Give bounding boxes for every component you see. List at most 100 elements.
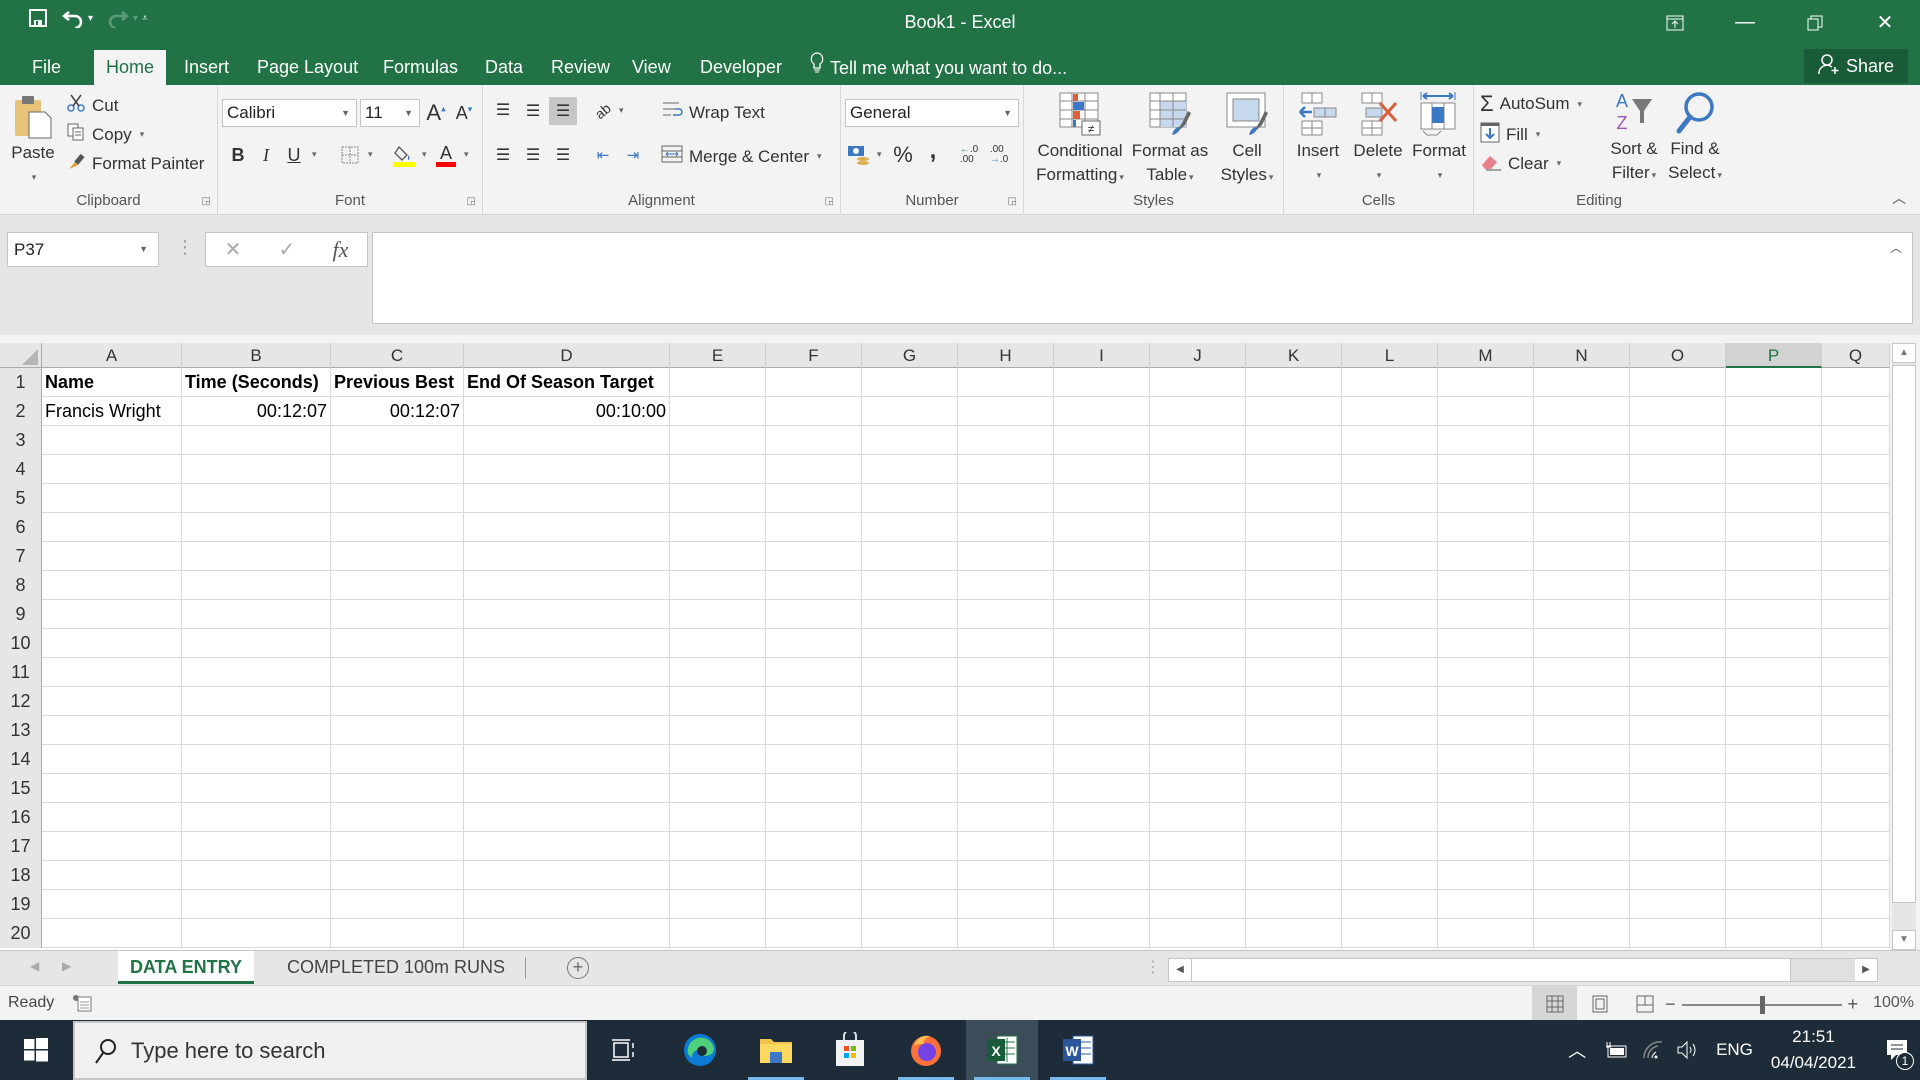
cell-b10[interactable] — [182, 629, 331, 658]
decrease-decimal-button[interactable]: .00 →.0 — [985, 141, 1013, 169]
cell-k16[interactable] — [1246, 803, 1342, 832]
cell-d8[interactable] — [464, 571, 670, 600]
cell-d17[interactable] — [464, 832, 670, 861]
cell-n17[interactable] — [1534, 832, 1630, 861]
vertical-scrollbar[interactable]: ▲ ▼ — [1892, 343, 1916, 950]
cell-j16[interactable] — [1150, 803, 1246, 832]
column-header-e[interactable]: E — [670, 343, 766, 368]
cell-j1[interactable] — [1150, 368, 1246, 397]
cell-c19[interactable] — [331, 890, 464, 919]
cell-d13[interactable] — [464, 716, 670, 745]
font-name-combo[interactable]: Calibri ▼ — [222, 99, 357, 127]
cell-l10[interactable] — [1342, 629, 1438, 658]
percent-style-button[interactable]: % — [889, 141, 917, 169]
start-button[interactable] — [0, 1020, 72, 1080]
cell-l3[interactable] — [1342, 426, 1438, 455]
cell-m10[interactable] — [1438, 629, 1534, 658]
paste-dropdown-icon[interactable]: ▾ — [32, 165, 37, 189]
cell-d7[interactable] — [464, 542, 670, 571]
normal-view-icon[interactable] — [1532, 986, 1577, 1021]
cell-f12[interactable] — [766, 687, 862, 716]
cell-c2[interactable]: 00:12:07 — [331, 397, 464, 426]
column-header-o[interactable]: O — [1630, 343, 1726, 368]
cell-q12[interactable] — [1822, 687, 1890, 716]
cell-e6[interactable] — [670, 513, 766, 542]
cell-c11[interactable] — [331, 658, 464, 687]
delete-cells-dropdown-icon[interactable]: ▾ — [1377, 163, 1382, 187]
cell-e20[interactable] — [670, 919, 766, 948]
word-app[interactable]: W — [1042, 1020, 1114, 1080]
cell-p12[interactable] — [1726, 687, 1822, 716]
row-header-13[interactable]: 13 — [0, 716, 42, 745]
cell-l13[interactable] — [1342, 716, 1438, 745]
column-header-f[interactable]: F — [766, 343, 862, 368]
row-header-10[interactable]: 10 — [0, 629, 42, 658]
middle-align-button[interactable]: ☰ — [519, 97, 547, 125]
cell-g4[interactable] — [862, 455, 958, 484]
cell-f17[interactable] — [766, 832, 862, 861]
cell-k11[interactable] — [1246, 658, 1342, 687]
cell-c3[interactable] — [331, 426, 464, 455]
cell-j9[interactable] — [1150, 600, 1246, 629]
file-explorer-app[interactable] — [740, 1020, 812, 1080]
cell-a10[interactable] — [42, 629, 182, 658]
row-header-7[interactable]: 7 — [0, 542, 42, 571]
cell-c14[interactable] — [331, 745, 464, 774]
cell-e17[interactable] — [670, 832, 766, 861]
cell-a5[interactable] — [42, 484, 182, 513]
format-cells-button[interactable]: Format ▾ — [1408, 91, 1470, 187]
zoom-slider-thumb[interactable] — [1759, 995, 1765, 1014]
cell-o11[interactable] — [1630, 658, 1726, 687]
accounting-format-button[interactable] — [845, 141, 873, 169]
row-header-16[interactable]: 16 — [0, 803, 42, 832]
cell-n5[interactable] — [1534, 484, 1630, 513]
cell-h13[interactable] — [958, 716, 1054, 745]
orientation-dropdown-icon[interactable]: ▾ — [619, 105, 624, 116]
cell-a18[interactable] — [42, 861, 182, 890]
cell-i3[interactable] — [1054, 426, 1150, 455]
cell-c18[interactable] — [331, 861, 464, 890]
macro-recording-icon[interactable] — [72, 994, 92, 1012]
row-header-17[interactable]: 17 — [0, 832, 42, 861]
cell-p5[interactable] — [1726, 484, 1822, 513]
borders-button[interactable] — [336, 141, 364, 169]
cell-f14[interactable] — [766, 745, 862, 774]
cell-l14[interactable] — [1342, 745, 1438, 774]
column-header-l[interactable]: L — [1342, 343, 1438, 368]
cell-i16[interactable] — [1054, 803, 1150, 832]
tab-insert[interactable]: Insert — [172, 50, 241, 85]
paste-button[interactable]: Paste ▾ — [8, 93, 58, 189]
cell-d3[interactable] — [464, 426, 670, 455]
cell-a13[interactable] — [42, 716, 182, 745]
cell-m8[interactable] — [1438, 571, 1534, 600]
cell-j6[interactable] — [1150, 513, 1246, 542]
cell-j11[interactable] — [1150, 658, 1246, 687]
cell-n2[interactable] — [1534, 397, 1630, 426]
cell-o9[interactable] — [1630, 600, 1726, 629]
cell-i15[interactable] — [1054, 774, 1150, 803]
cell-f19[interactable] — [766, 890, 862, 919]
ribbon-display-options-icon[interactable] — [1640, 0, 1710, 45]
customize-qat-icon[interactable]: ⩡ — [142, 13, 148, 24]
cell-k20[interactable] — [1246, 919, 1342, 948]
cut-button[interactable]: Cut — [66, 93, 118, 118]
cell-e5[interactable] — [670, 484, 766, 513]
cell-f16[interactable] — [766, 803, 862, 832]
tab-view[interactable]: View — [620, 50, 683, 85]
clock[interactable]: 21:51 04/04/2021 — [1771, 1024, 1856, 1076]
copy-button[interactable]: Copy ▾ — [66, 122, 144, 147]
store-app[interactable] — [814, 1020, 886, 1080]
undo-icon[interactable] — [62, 8, 84, 28]
column-header-a[interactable]: A — [42, 343, 182, 368]
cell-g1[interactable] — [862, 368, 958, 397]
cell-g19[interactable] — [862, 890, 958, 919]
cell-a1[interactable]: Name — [42, 368, 182, 397]
cell-p14[interactable] — [1726, 745, 1822, 774]
cell-h17[interactable] — [958, 832, 1054, 861]
cell-g5[interactable] — [862, 484, 958, 513]
minimize-icon[interactable]: — — [1710, 0, 1780, 45]
cell-g14[interactable] — [862, 745, 958, 774]
zoom-level[interactable]: 100% — [1873, 994, 1914, 1012]
cell-o8[interactable] — [1630, 571, 1726, 600]
cell-k13[interactable] — [1246, 716, 1342, 745]
